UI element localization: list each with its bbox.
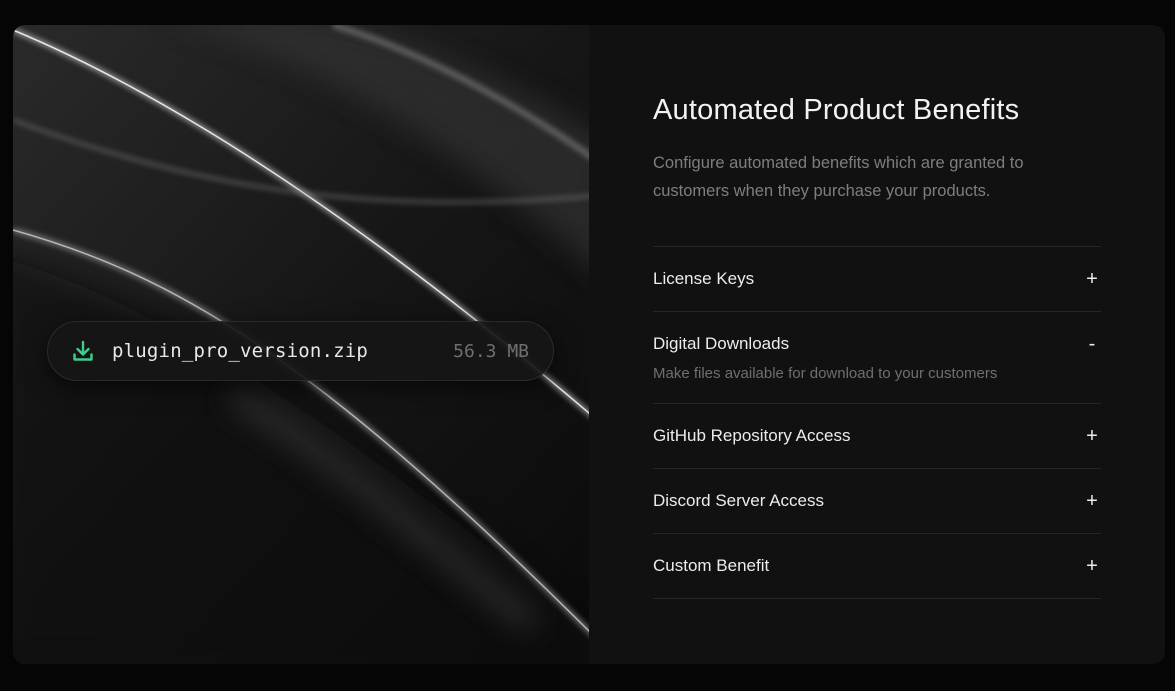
accordion-label: Digital Downloads	[653, 334, 790, 353]
accordion-label: License Keys	[653, 269, 755, 288]
plus-icon[interactable]: +	[1083, 269, 1101, 289]
accordion-header[interactable]: Discord Server Access +	[653, 490, 1101, 512]
plus-icon[interactable]: +	[1083, 426, 1101, 446]
accordion-label: GitHub Repository Access	[653, 426, 851, 445]
accordion-item-discord-server-access[interactable]: Discord Server Access +	[653, 469, 1101, 534]
accordion-header[interactable]: Digital Downloads -	[653, 333, 1101, 355]
accordion-item-license-keys[interactable]: License Keys +	[653, 247, 1101, 312]
page-title: Automated Product Benefits	[653, 94, 1020, 126]
accordion-label: Discord Server Access	[653, 491, 824, 510]
benefits-card: plugin_pro_version.zip 56.3 MB Automated…	[13, 25, 1165, 664]
accordion-header[interactable]: Custom Benefit +	[653, 555, 1101, 577]
file-size: 56.3 MB	[453, 340, 529, 362]
benefits-accordion: License Keys + Digital Downloads - Make …	[653, 246, 1101, 599]
accordion-item-digital-downloads[interactable]: Digital Downloads - Make files available…	[653, 312, 1101, 404]
minus-icon[interactable]: -	[1083, 334, 1101, 354]
accordion-description: Make files available for download to you…	[653, 365, 998, 382]
accordion-item-custom-benefit[interactable]: Custom Benefit +	[653, 534, 1101, 599]
hero-visual: plugin_pro_version.zip 56.3 MB	[13, 25, 589, 664]
download-icon	[70, 338, 96, 364]
accordion-label: Custom Benefit	[653, 556, 770, 575]
plus-icon[interactable]: +	[1083, 491, 1101, 511]
file-name: plugin_pro_version.zip	[112, 340, 369, 362]
plus-icon[interactable]: +	[1083, 556, 1101, 576]
accordion-header[interactable]: License Keys +	[653, 268, 1101, 290]
file-download-pill[interactable]: plugin_pro_version.zip 56.3 MB	[47, 321, 554, 381]
benefits-panel: Automated Product Benefits Configure aut…	[589, 25, 1165, 664]
accordion-item-github-repository-access[interactable]: GitHub Repository Access +	[653, 404, 1101, 469]
accordion-header[interactable]: GitHub Repository Access +	[653, 425, 1101, 447]
page-subtitle: Configure automated benefits which are g…	[653, 154, 1024, 200]
